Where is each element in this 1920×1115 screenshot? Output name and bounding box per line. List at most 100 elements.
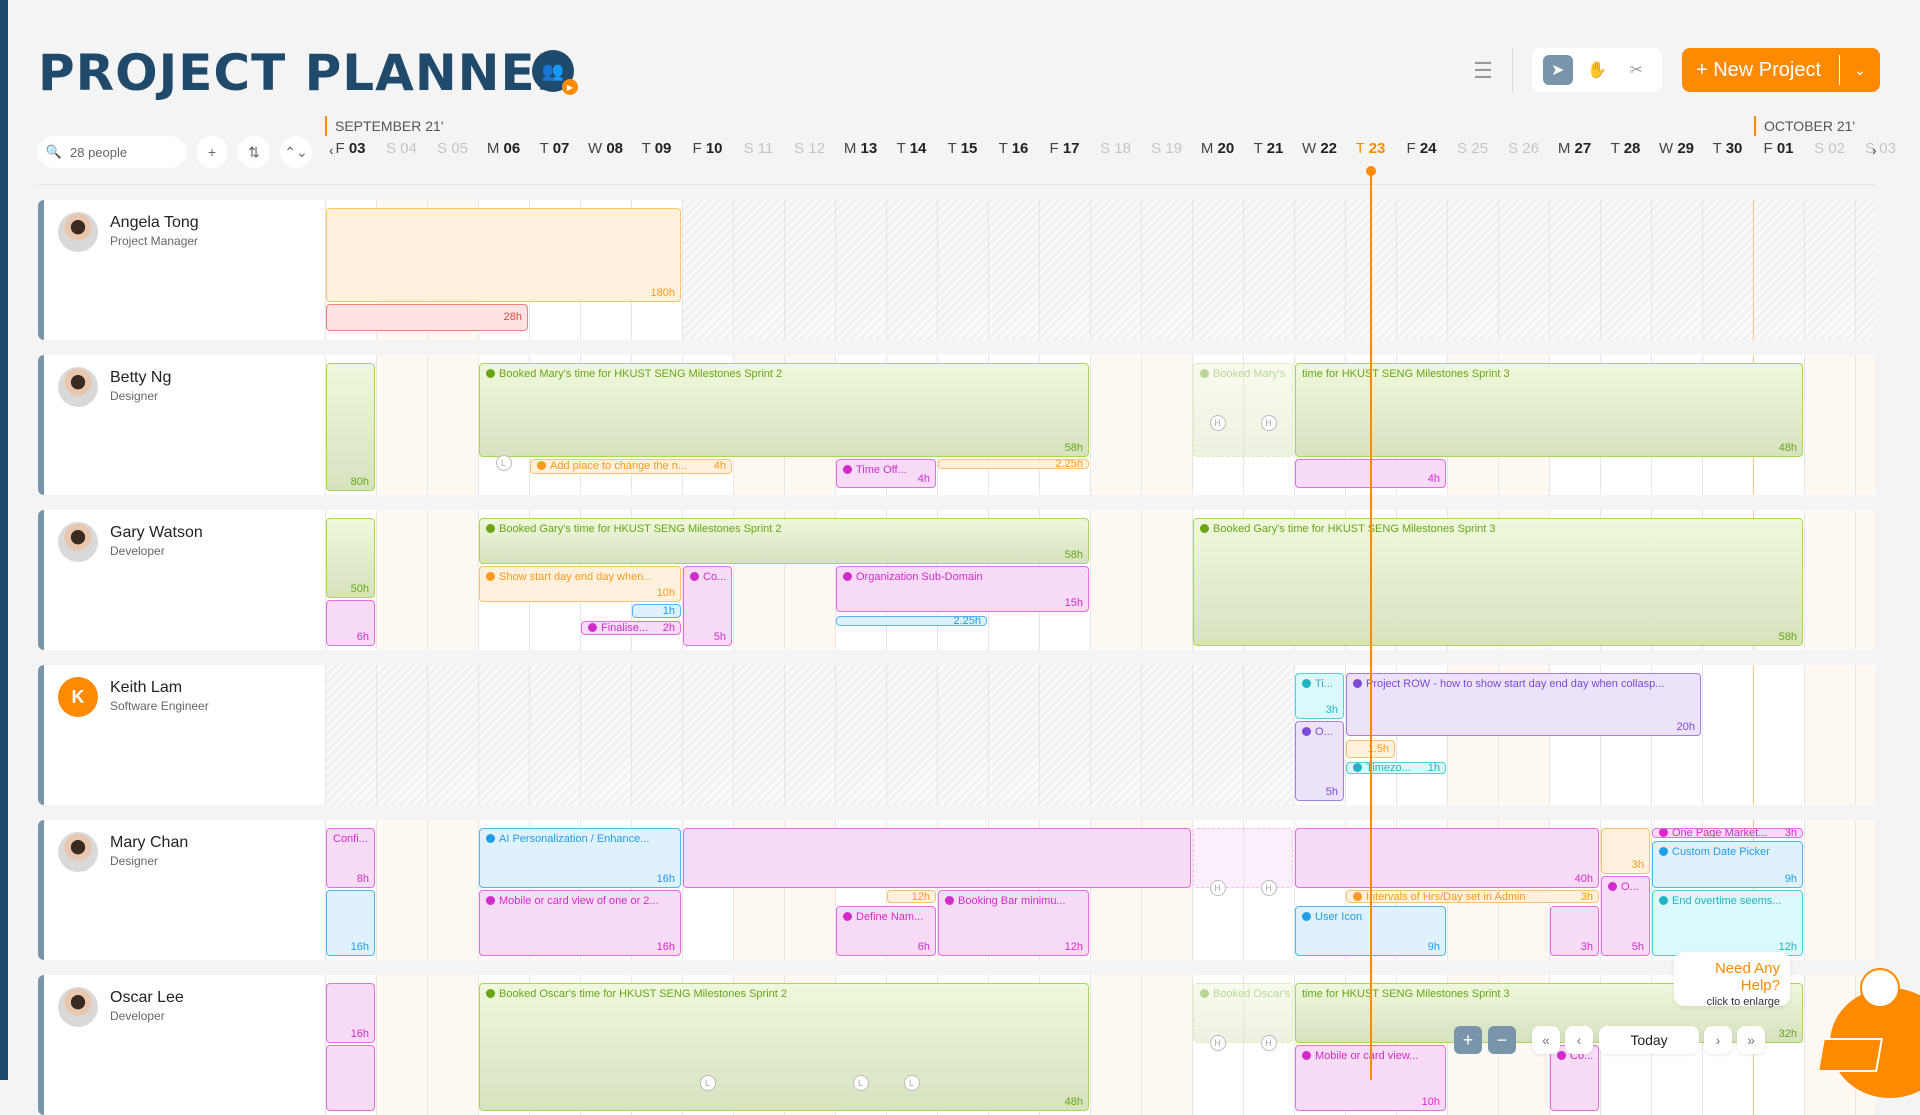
day-cell[interactable] (427, 665, 478, 805)
day-cell[interactable] (784, 665, 835, 805)
day-cell[interactable] (1192, 200, 1243, 340)
person-timeline[interactable]: 50h 6h Booked Gary's time for HKUST SENG M… (325, 510, 1875, 650)
task-bar[interactable]: O... 5h (1601, 876, 1650, 956)
day-cell[interactable] (988, 665, 1039, 805)
day-cell[interactable] (1243, 200, 1294, 340)
day-cell[interactable] (1753, 200, 1804, 340)
task-bar[interactable]: Confi... 8h (326, 828, 375, 889)
task-bar[interactable]: Finalise... 2h (581, 621, 681, 635)
task-bar[interactable]: Mobile or card view of one or 2... 16h (479, 890, 681, 956)
day-cell[interactable] (886, 200, 937, 340)
day-cell[interactable] (1549, 200, 1600, 340)
day-cell[interactable] (427, 355, 478, 495)
day-cell[interactable] (988, 200, 1039, 340)
task-bar[interactable]: 3h (1550, 905, 1599, 956)
day-cell[interactable] (1039, 665, 1090, 805)
task-bar[interactable]: 180h (326, 208, 681, 302)
task-bar[interactable]: Booked Mary's time for HKUST SENG Milest… (479, 363, 1089, 457)
day-cell[interactable] (427, 820, 478, 960)
day-cell[interactable] (1804, 355, 1855, 495)
people-search[interactable]: 🔍 (38, 136, 186, 168)
task-bar[interactable]: 2.25h (938, 459, 1089, 469)
day-cell[interactable] (1090, 355, 1141, 495)
task-bar[interactable]: Time Off... 4h (836, 459, 936, 489)
task-bar[interactable]: Booked Mary's (1193, 363, 1293, 457)
today-button[interactable]: Today (1599, 1026, 1699, 1054)
day-cell[interactable] (1855, 665, 1875, 805)
day-cell[interactable] (427, 510, 478, 650)
day-cell[interactable] (1600, 200, 1651, 340)
task-bar[interactable] (683, 828, 1191, 889)
jump-forward-button[interactable]: » (1737, 1026, 1765, 1054)
task-bar[interactable]: Project ROW - how to show start day end … (1346, 673, 1701, 736)
task-bar[interactable]: 1h (632, 604, 681, 618)
day-cell[interactable] (1855, 820, 1875, 960)
new-project-button[interactable]: + New Project ⌄ (1682, 48, 1880, 92)
task-bar[interactable]: Co... (1550, 1045, 1599, 1111)
task-bar[interactable]: End overtime seems... 12h (1652, 890, 1803, 956)
split-tool-button[interactable]: ✂ (1621, 55, 1651, 85)
next-button[interactable]: › (1704, 1026, 1732, 1054)
person-card[interactable]: Gary Watson Developer (38, 510, 325, 650)
task-bar[interactable]: Booked Gary's time for HKUST SENG Milest… (479, 518, 1089, 564)
day-cell[interactable] (937, 665, 988, 805)
day-cell[interactable] (376, 820, 427, 960)
task-bar[interactable]: Organization Sub-Domain 15h (836, 566, 1089, 612)
support-agent-illustration[interactable] (1810, 958, 1920, 1098)
task-bar[interactable]: Add place to change the n... 4h (530, 459, 732, 474)
task-bar[interactable]: Show start day end day when... 10h (479, 566, 681, 603)
people-search-input[interactable] (70, 144, 170, 160)
help-bubble[interactable]: Need Any Help? click to enlarge (1674, 952, 1790, 1008)
task-bar[interactable]: 16h (326, 983, 375, 1044)
day-cell[interactable] (376, 510, 427, 650)
task-bar[interactable] (1193, 828, 1293, 889)
task-bar[interactable]: Booking Bar minimu... 12h (938, 890, 1089, 956)
prev-button[interactable]: ‹ (1565, 1026, 1593, 1054)
day-cell[interactable] (580, 665, 631, 805)
task-bar[interactable]: Booked Gary's time for HKUST SENG Milest… (1193, 518, 1803, 646)
task-bar[interactable]: Ti... 3h (1295, 673, 1344, 719)
task-bar[interactable]: 2.25h (836, 616, 987, 627)
day-cell[interactable] (1141, 665, 1192, 805)
task-bar[interactable]: 3h (1601, 828, 1650, 874)
task-bar[interactable] (326, 1045, 375, 1111)
day-cell[interactable] (733, 200, 784, 340)
task-bar[interactable]: 80h (326, 363, 375, 491)
day-cell[interactable] (1090, 510, 1141, 650)
task-bar[interactable]: 16h (326, 890, 375, 956)
day-cell[interactable] (1804, 510, 1855, 650)
task-bar[interactable]: Custom Date Picker 9h (1652, 840, 1803, 889)
day-cell[interactable] (1702, 200, 1753, 340)
person-card[interactable]: K Keith Lam Software Engineer (38, 665, 325, 805)
day-cell[interactable] (1855, 355, 1875, 495)
person-card[interactable]: Angela Tong Project Manager (38, 200, 325, 340)
task-bar[interactable]: 12h (887, 890, 936, 903)
chevron-down-icon[interactable]: ⌄ (1840, 62, 1880, 79)
day-cell[interactable] (886, 665, 937, 805)
task-bar[interactable]: Timezo... 1h (1346, 761, 1446, 775)
add-person-button[interactable]: + (196, 136, 228, 168)
day-cell[interactable] (1039, 200, 1090, 340)
day-cell[interactable] (631, 665, 682, 805)
team-icon[interactable]: 👥 ▶ (532, 50, 578, 95)
day-cell[interactable] (1855, 200, 1875, 340)
person-card[interactable]: Oscar Lee Developer (38, 975, 325, 1115)
task-bar[interactable]: Intervals of Hrs/Day set in Admin 3h (1346, 890, 1599, 903)
day-cell[interactable] (1804, 820, 1855, 960)
day-cell[interactable] (376, 975, 427, 1115)
day-cell[interactable] (376, 665, 427, 805)
task-bar[interactable]: One Page Market... 3h (1652, 828, 1803, 838)
day-cell[interactable] (1141, 200, 1192, 340)
pan-tool-button[interactable]: ✋ (1582, 55, 1612, 85)
task-bar[interactable]: 28h (326, 304, 528, 331)
task-bar[interactable]: Co... 5h (683, 566, 732, 646)
day-cell[interactable] (1447, 200, 1498, 340)
day-cell[interactable] (478, 665, 529, 805)
day-cell[interactable] (1141, 355, 1192, 495)
day-cell[interactable] (325, 665, 376, 805)
day-cell[interactable] (376, 355, 427, 495)
task-bar[interactable]: Booked Oscar's (1193, 983, 1293, 1044)
person-card[interactable]: Betty Ng Designer (38, 355, 325, 495)
day-cell[interactable] (1498, 200, 1549, 340)
person-timeline[interactable]: 80h Booked Mary's time for HKUST SENG Mil… (325, 355, 1875, 495)
